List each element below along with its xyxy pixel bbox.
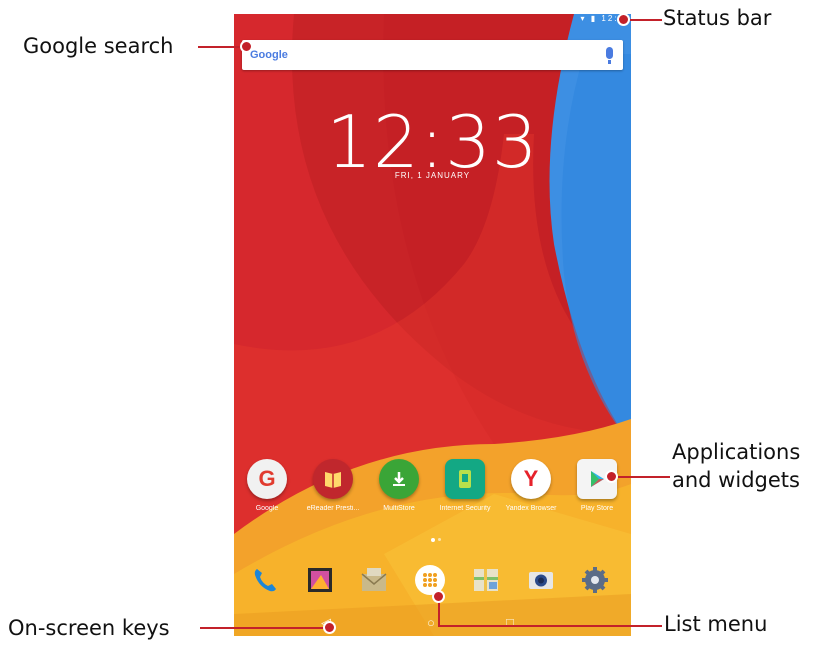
callout-dot xyxy=(617,13,630,26)
settings-icon xyxy=(582,567,608,593)
camera-icon xyxy=(529,572,553,589)
home-key[interactable]: ○ xyxy=(427,616,435,629)
app-multistore[interactable]: MultiStore xyxy=(366,459,432,512)
wifi-icon: ▾ xyxy=(580,14,587,23)
maps-icon xyxy=(474,569,498,591)
app-internet-security[interactable]: Internet Security xyxy=(432,459,498,512)
email-icon xyxy=(361,568,387,591)
ereader-icon xyxy=(313,459,353,499)
app-label: Google xyxy=(255,505,279,512)
callout-dot xyxy=(432,590,445,603)
annotation-applications-widgets: Applications and widgets xyxy=(672,440,801,493)
callout-dot xyxy=(605,470,618,483)
app-label: Internet Security xyxy=(439,505,491,512)
app-label: Yandex Browser xyxy=(505,505,557,512)
dock-gallery[interactable] xyxy=(301,561,339,599)
google-search-bar[interactable]: Google xyxy=(242,40,623,70)
multistore-icon xyxy=(379,459,419,499)
callout-dot xyxy=(240,40,253,53)
phone-icon xyxy=(254,569,276,592)
battery-icon: ▮ xyxy=(590,14,598,23)
google-logo: Google xyxy=(250,49,288,61)
gallery-icon xyxy=(308,568,332,592)
annotation-list-menu: List menu xyxy=(664,612,768,636)
dock-maps[interactable] xyxy=(467,561,505,599)
clock-time: 12:33 xyxy=(326,100,539,184)
leader-line xyxy=(612,476,670,478)
google-icon: G xyxy=(247,459,287,499)
dock-phone[interactable] xyxy=(246,561,284,599)
annotation-google-search: Google search xyxy=(23,34,174,58)
app-label: eReader Presti... xyxy=(306,505,360,512)
leader-line xyxy=(438,625,662,627)
app-play-store[interactable]: Play Store xyxy=(564,459,630,512)
app-google[interactable]: G Google xyxy=(234,459,300,512)
app-label: MultiStore xyxy=(383,505,415,512)
recents-key[interactable]: □ xyxy=(506,616,514,629)
app-yandex-browser[interactable]: Y Yandex Browser xyxy=(498,459,564,512)
clock-date: FRI, 1 JANUARY xyxy=(394,171,471,180)
internet-security-icon xyxy=(445,459,485,499)
phone-screen: ▾ ▮ 12:3 Google 12:33 FRI, 1 JANUARY G G… xyxy=(234,14,631,636)
app-ereader[interactable]: eReader Presti... xyxy=(300,459,366,512)
annotation-status-bar: Status bar xyxy=(663,6,772,30)
leader-line xyxy=(198,46,246,48)
annotation-on-screen-keys: On-screen keys xyxy=(8,616,170,640)
dock-email[interactable] xyxy=(355,561,393,599)
leader-line xyxy=(200,627,328,629)
dock-camera[interactable] xyxy=(522,561,560,599)
page-indicator-active xyxy=(431,538,435,542)
callout-dot xyxy=(323,621,336,634)
app-label: Play Store xyxy=(580,505,614,512)
page-indicator xyxy=(438,538,441,541)
microphone-icon[interactable] xyxy=(606,47,613,64)
dock-settings[interactable] xyxy=(576,561,614,599)
yandex-browser-icon: Y xyxy=(511,459,551,499)
navigation-bar: ◁ ○ □ xyxy=(234,610,631,636)
